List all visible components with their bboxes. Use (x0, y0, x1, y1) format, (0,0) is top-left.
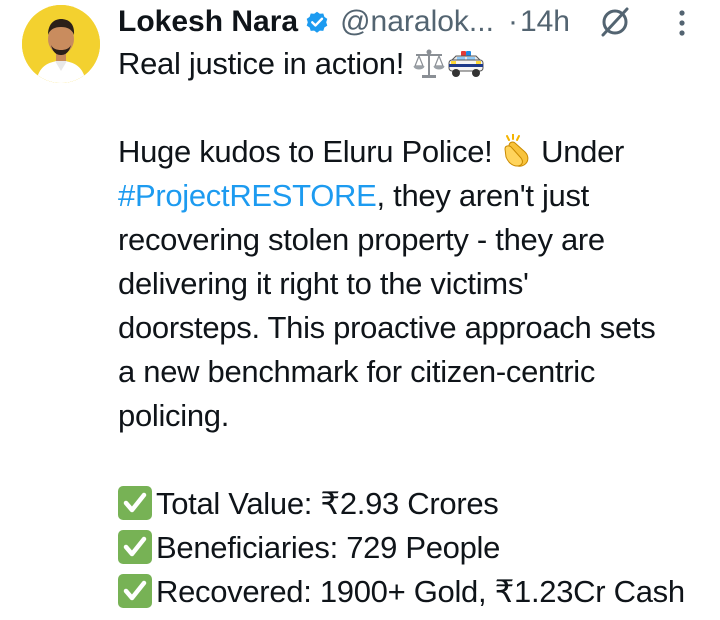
post-line-2a: Huge kudos to Eluru Police! (118, 134, 493, 169)
post-line-8: policing. (118, 398, 230, 433)
stat-line: Beneficiaries: 729 People (118, 526, 708, 570)
balance-scale-emoji (412, 48, 446, 92)
avatar-photo (22, 5, 100, 83)
stat-line: Recovered: 1900+ Gold, ₹1.23Cr Cash (118, 570, 708, 614)
stat-recovered: Recovered: 1900+ Gold, ₹1.23Cr Cash (156, 574, 685, 609)
post-line-2b: Under (541, 134, 625, 169)
post-line-1: Real justice in action! (118, 46, 405, 81)
more-options-icon[interactable] (670, 6, 694, 40)
separator-dot: · (507, 5, 518, 38)
post-line: Real justice in action! (118, 42, 708, 86)
post-line-5: delivering it right to the victims' (118, 266, 529, 301)
verified-badge-icon (304, 9, 330, 35)
post-line-6: doorsteps. This proactive approach sets (118, 310, 656, 345)
author-handle[interactable]: @naralok... (340, 0, 494, 44)
post-line: Huge kudos to Eluru Police! Under (118, 130, 708, 174)
post-text: Real justice in action! Huge kudos to El… (118, 42, 708, 614)
post-header: Lokesh Nara @naralok... · 14h (118, 0, 570, 44)
post-line-4: recovering stolen property - they are (118, 222, 605, 257)
author-name[interactable]: Lokesh Nara (118, 0, 298, 44)
grok-icon[interactable] (600, 7, 630, 37)
police-car-emoji (446, 48, 486, 92)
post-line: #ProjectRESTORE, they aren't just (118, 174, 708, 218)
check-mark-emoji (118, 486, 152, 520)
avatar[interactable] (22, 5, 100, 83)
hashtag-link[interactable]: #ProjectRESTORE (118, 178, 377, 213)
stat-line: Total Value: ₹2.93 Crores (118, 482, 708, 526)
stat-beneficiaries: Beneficiaries: 729 People (156, 530, 501, 565)
check-mark-emoji (118, 574, 152, 608)
stat-total-value: Total Value: ₹2.93 Crores (156, 486, 499, 521)
post-time[interactable]: 14h (520, 0, 570, 44)
post-line-3: , they aren't just (376, 178, 590, 213)
post-line-7: a new benchmark for citizen-centric (118, 354, 596, 389)
check-mark-emoji (118, 530, 152, 564)
